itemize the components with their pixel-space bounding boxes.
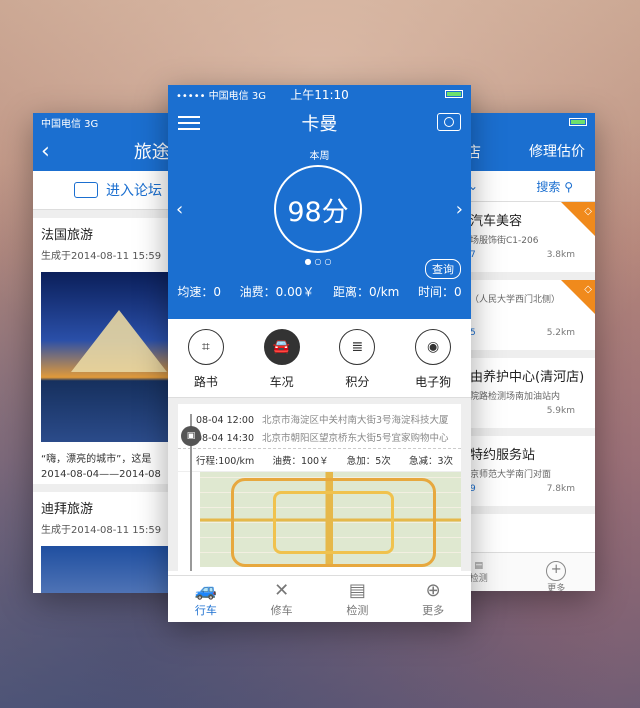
record-time: 08-04 12:00 [196,415,255,426]
check-icon: ▤ [348,580,366,601]
stats-row: 均速：0 油费：0.00￥ 距离：0/km 时间：0 [168,283,471,300]
carrier-label: 中国电信 3G [41,118,99,130]
tab-label: 修车 [270,604,293,617]
car-icon: ▣ [181,426,201,446]
page-title: 旅途 [133,142,170,163]
forum-label: 进入论坛 [106,183,162,199]
time-stat: 时间：0 [418,285,462,299]
battery-icon [569,118,587,126]
feature-label: 车况 [269,375,294,389]
shop-address: 院路检测场南加油站内 [470,392,561,402]
carrier-text: 中国电信 3G [208,90,266,102]
tab-more[interactable]: + 更多 [518,553,596,591]
chevron-right-icon[interactable]: › [456,199,463,220]
fuel-cost-stat: 油费：0.00￥ [239,285,315,299]
diamond-badge-icon: ◇ [561,280,595,314]
shop-name: 特约服务站 [470,448,536,463]
scan-icon: ⌗ [187,329,224,365]
car-icon: 🚘 [263,329,300,365]
score-panel: 本周 ‹ 98分 › ●○○ 查询 均速：0 油费：0.00￥ 距离：0/km … [168,143,471,319]
route-map[interactable] [200,472,461,568]
record-address: 北京市海淀区中关村南大街3号海淀科技大厦 [262,415,449,426]
feature-label: 电子狗 [415,375,452,389]
map-ring-road [273,491,394,554]
chat-icon [74,182,98,198]
tab-driving[interactable]: 🚙 行车 [168,576,244,622]
trip-accel: 急加：5次 [346,456,391,467]
shop-name: 由养护中心(清河店) [470,370,585,385]
shop-address: 京师范大学南门对面 [470,470,552,480]
trip-stats: 行程:100/km 油费：100￥ 急加：5次 急减：3次 [178,448,461,472]
shop-distance: 5.9km [546,406,575,416]
search-icon: ⚲ [564,179,573,194]
tab-check[interactable]: ▤ 检测 [320,576,396,622]
back-icon[interactable]: ‹ [41,139,50,164]
shop-distance: 5.2km [546,328,575,338]
carrier-label: ••••• 中国电信 3G [176,90,266,102]
pyramid-shape [71,310,167,372]
camera-icon[interactable] [437,113,461,131]
search-button[interactable]: 搜索 ⚲ [536,178,573,195]
status-bar: ••••• 中国电信 3G 上午11:10 [168,85,471,103]
feature-route-book[interactable]: ⌗ 路书 [168,319,244,397]
wrench-icon: ✕ [274,580,290,601]
diamond-badge-icon: ◇ [561,202,595,236]
feature-speed-camera[interactable]: ◉ 电子狗 [395,319,471,397]
tab-more[interactable]: ⊕ 更多 [395,576,471,622]
feature-label: 路书 [193,375,218,389]
query-button[interactable]: 查询 [425,259,461,279]
period-label: 本周 [309,151,330,162]
distance-stat: 距离：0/km [333,285,400,299]
tab-label: 检测 [346,604,369,617]
feature-label: 积分 [345,375,370,389]
trip-card[interactable]: ▣ 08-04 12:00 北京市海淀区中关村南大街3号海淀科技大厦 08-04 … [178,404,461,571]
shop-distance: 7.8km [546,484,575,494]
search-label: 搜索 [536,179,561,194]
tab-label: 更多 [547,584,566,591]
driving-screen: ••••• 中国电信 3G 上午11:10 卡曼 本周 ‹ 98分 › ●○○ … [168,85,471,622]
tab-bar: 🚙 行车 ✕ 修车 ▤ 检测 ⊕ 更多 [168,575,471,622]
estimate-button[interactable]: 修理估价 [529,141,585,161]
page-title: 卡曼 [301,114,338,135]
record-address: 北京市朝阳区望京桥东大街5号宜家购物中心 [262,433,449,444]
tab-label: 更多 [422,604,445,617]
tab-repair[interactable]: ✕ 修车 [244,576,320,622]
feature-grid: ⌗ 路书 🚘 车况 ≣ 积分 ◉ 电子狗 [168,319,471,398]
feature-car-status[interactable]: 🚘 车况 [244,319,320,397]
time-label: 上午11:10 [290,87,349,102]
trip-fuel: 油费：100￥ [272,456,329,467]
feature-points[interactable]: ≣ 积分 [320,319,396,397]
avg-speed-stat: 均速：0 [177,285,221,299]
record-time: 08-04 14:30 [196,433,255,444]
coins-icon: ≣ [339,329,376,365]
plus-icon: ⊕ [425,580,441,601]
menu-icon[interactable] [178,112,200,134]
score-value: 98分 [287,196,349,228]
tab-label: 行车 [194,604,217,617]
trip-record: 08-04 14:30 北京市朝阳区望京桥东大街5号宜家购物中心 [178,426,461,444]
car-icon: 🚙 [194,580,218,601]
trip-distance: 行程:100/km [196,456,255,467]
battery-icon [445,90,463,98]
trip-record: 08-04 12:00 北京市海淀区中关村南大街3号海淀科技大厦 [178,404,461,426]
tab-label: 检测 [469,574,488,584]
trip-panel: ▣ 08-04 12:00 北京市海淀区中关村南大街3号海淀科技大厦 08-04 … [168,398,471,571]
chevron-left-icon[interactable]: ‹ [176,199,183,220]
plus-icon: + [546,561,567,581]
score-ring: 98分 [274,165,362,253]
shop-distance: 3.8km [546,250,575,260]
trip-brake: 急减：3次 [408,456,453,467]
camera-dog-icon: ◉ [415,329,452,365]
nav-bar: 卡曼 [168,103,471,143]
